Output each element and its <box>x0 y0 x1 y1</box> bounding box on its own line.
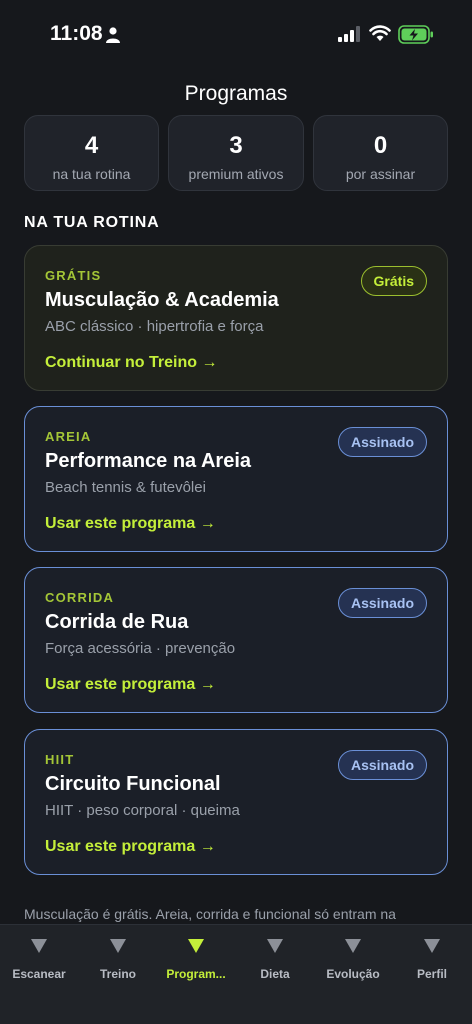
triangle-down-icon <box>345 939 361 953</box>
nav-label: Treino <box>99 967 136 981</box>
program-category: CORRIDA <box>45 590 115 605</box>
program-subtitle: Força acessória · prevenção <box>45 640 236 657</box>
nav-label: Escanear <box>12 967 66 981</box>
nav-label: Perfil <box>416 967 447 981</box>
program-title: Circuito Funcional <box>45 773 221 795</box>
stat-card-routine: 4 na tua rotina <box>24 115 159 191</box>
nav-item-treino[interactable]: Treino <box>73 925 163 995</box>
person-icon <box>106 27 120 43</box>
stat-label: premium ativos <box>188 166 284 182</box>
status-badge: Assinado <box>337 588 427 618</box>
nav-item-programas[interactable]: Program... <box>151 925 241 995</box>
program-category: GRÁTIS <box>45 268 102 283</box>
status-bar: 11:08 <box>0 0 472 64</box>
triangle-down-icon <box>267 939 283 953</box>
stat-label: na tua rotina <box>52 166 131 182</box>
program-card-corrida[interactable]: CORRIDA Assinado Corrida de Rua Força ac… <box>24 567 448 713</box>
battery-charging-icon <box>398 25 433 44</box>
stat-value: 0 <box>373 132 388 159</box>
status-badge: Assinado <box>337 750 427 780</box>
triangle-down-icon <box>31 939 47 953</box>
section-heading: NA TUA ROTINA <box>24 214 160 231</box>
nav-label: Dieta <box>260 967 290 981</box>
stat-label: por assinar <box>345 166 416 182</box>
stat-card-to-subscribe: 0 por assinar <box>313 115 448 191</box>
program-title: Performance na Areia <box>45 450 252 472</box>
stat-card-premium: 3 premium ativos <box>168 115 304 191</box>
status-badge: Grátis <box>360 266 427 296</box>
footnote: Musculação é grátis. Areia, corrida e fu… <box>24 906 396 922</box>
nav-label: Program... <box>166 967 226 981</box>
stat-value: 4 <box>84 132 99 159</box>
continue-workout-link[interactable]: Continuar no Treino → <box>45 354 217 372</box>
status-badge: Assinado <box>337 427 427 457</box>
program-subtitle: Beach tennis & futevôlei <box>45 479 206 496</box>
bottom-nav: Escanear Treino Program... Dieta Evoluçã… <box>0 924 472 1024</box>
program-category: HIIT <box>45 752 75 767</box>
program-subtitle: ABC clássico · hipertrofia e força <box>45 318 264 335</box>
use-program-link[interactable]: Usar este programa → <box>45 838 216 856</box>
signal-icon <box>338 26 360 42</box>
nav-item-evolucao[interactable]: Evolução <box>308 925 398 995</box>
use-program-link[interactable]: Usar este programa → <box>45 676 216 694</box>
program-category: AREIA <box>45 429 92 444</box>
program-title: Musculação & Academia <box>45 289 279 311</box>
triangle-down-icon <box>110 939 126 953</box>
nav-label: Evolução <box>326 967 380 981</box>
use-program-link[interactable]: Usar este programa → <box>45 515 216 533</box>
program-subtitle: HIIT · peso corporal · queima <box>45 802 240 819</box>
program-title: Corrida de Rua <box>45 611 189 633</box>
program-card-areia[interactable]: AREIA Assinado Performance na Areia Beac… <box>24 406 448 552</box>
wifi-icon <box>369 25 391 41</box>
program-card-musculacao[interactable]: GRÁTIS Grátis Musculação & Academia ABC … <box>24 245 448 391</box>
nav-item-escanear[interactable]: Escanear <box>0 925 84 995</box>
triangle-down-icon <box>188 939 204 953</box>
stat-value: 3 <box>229 132 243 159</box>
status-time: 11:08 <box>50 22 103 45</box>
nav-item-perfil[interactable]: Perfil <box>387 925 472 995</box>
triangle-down-icon <box>424 939 440 953</box>
program-card-hiit[interactable]: HIIT Assinado Circuito Funcional HIIT · … <box>24 729 448 875</box>
nav-item-dieta[interactable]: Dieta <box>230 925 320 995</box>
page-title: Programas <box>184 82 288 105</box>
